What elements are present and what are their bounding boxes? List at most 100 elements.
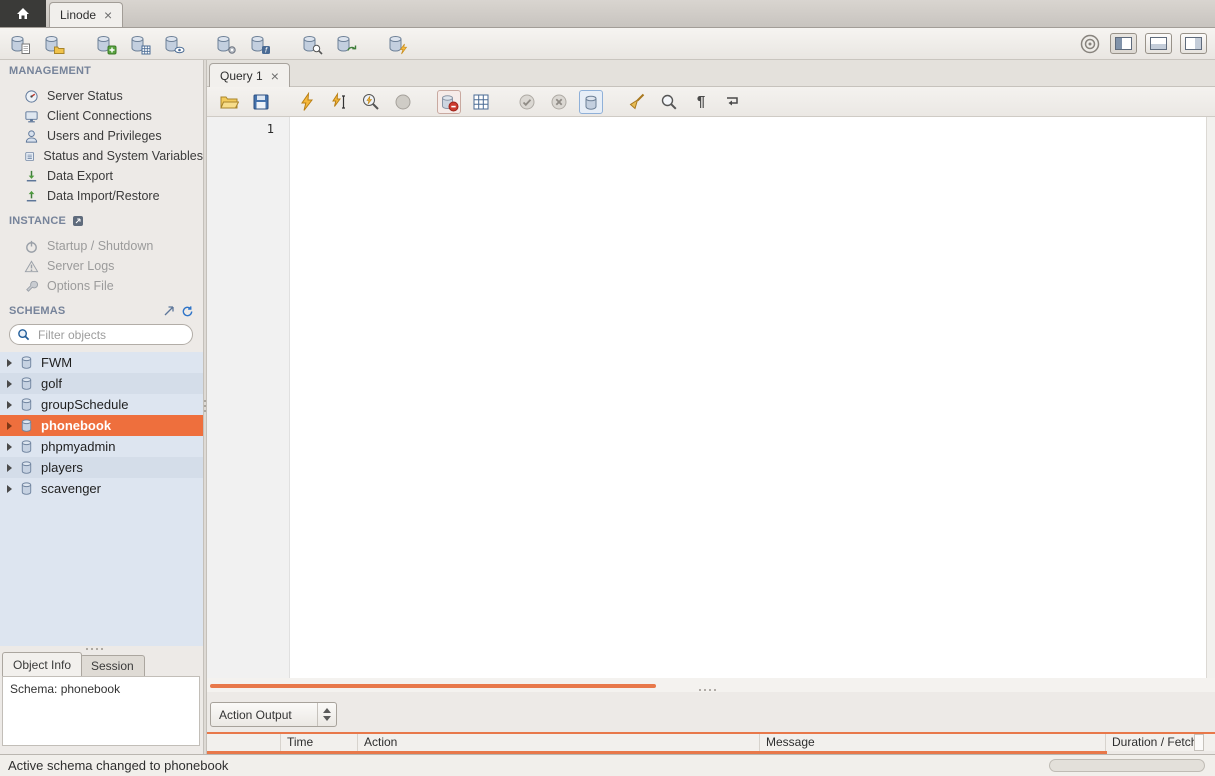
expand-schemas-icon[interactable] <box>163 305 175 317</box>
chevron-right-icon[interactable] <box>7 464 12 472</box>
sidebar-item-label: Data Export <box>47 169 113 183</box>
schema-icon <box>19 460 34 475</box>
output-columns-row: Time Action Message Duration / Fetch <box>207 734 1215 751</box>
schema-item-scavenger[interactable]: scavenger <box>0 478 203 499</box>
new-sql-tab-icon[interactable] <box>8 32 32 56</box>
chevron-right-icon[interactable] <box>7 485 12 493</box>
wrap-text-icon[interactable] <box>721 90 745 114</box>
schema-item-golf[interactable]: golf <box>0 373 203 394</box>
sql-editor-toolbar <box>207 87 1215 117</box>
sidebar-item-data-export[interactable]: Data Export <box>0 166 203 186</box>
schema-filter-input[interactable] <box>36 327 170 343</box>
info-tab-bar: Object Info Session <box>0 652 203 676</box>
tab-session[interactable]: Session <box>80 655 145 676</box>
beautify-icon[interactable] <box>625 90 649 114</box>
close-icon[interactable] <box>104 8 112 22</box>
open-script-icon[interactable] <box>217 90 241 114</box>
execute-current-statement-icon[interactable] <box>327 90 351 114</box>
status-scrollbar[interactable] <box>1049 759 1205 772</box>
chevron-right-icon[interactable] <box>7 380 12 388</box>
limit-rows-icon[interactable] <box>469 90 493 114</box>
tab-query-1[interactable]: Query 1 <box>209 63 290 87</box>
sql-editor-area[interactable] <box>291 117 1206 678</box>
sidebar-item-data-import[interactable]: Data Import/Restore <box>0 186 203 206</box>
schema-item-phpmyadmin[interactable]: phpmyadmin <box>0 436 203 457</box>
find-icon[interactable] <box>657 90 681 114</box>
create-table-icon[interactable] <box>128 32 152 56</box>
refresh-connection-icon[interactable] <box>334 32 358 56</box>
create-view-icon[interactable] <box>162 32 186 56</box>
sidebar-item-server-logs[interactable]: Server Logs <box>0 256 203 276</box>
grid-vertical-scrollbar[interactable] <box>1194 734 1204 751</box>
schema-name: players <box>41 460 83 475</box>
sidebar-item-users-privileges[interactable]: Users and Privileges <box>0 126 203 146</box>
show-invisibles-icon[interactable] <box>689 90 713 114</box>
schema-item-fwm[interactable]: FWM <box>0 352 203 373</box>
create-function-icon[interactable]: f <box>248 32 272 56</box>
line-number: 1 <box>207 117 289 136</box>
home-tab[interactable] <box>0 0 46 27</box>
toggle-stop-on-error-icon[interactable] <box>437 90 461 114</box>
management-items: Server Status Client Connections Users a… <box>0 86 203 206</box>
schema-name: FWM <box>41 355 72 370</box>
schema-list: FWM golf groupSchedule phonebook phpmyad <box>0 352 203 646</box>
commit-icon[interactable] <box>515 90 539 114</box>
toggle-autocommit-icon[interactable] <box>579 90 603 114</box>
schema-item-phonebook[interactable]: phonebook <box>0 415 203 436</box>
server-status-icon <box>24 89 39 104</box>
open-sql-script-icon[interactable] <box>42 32 66 56</box>
save-script-icon[interactable] <box>249 90 273 114</box>
chevron-right-icon[interactable] <box>7 401 12 409</box>
column-header-time: Time <box>281 734 358 751</box>
close-icon[interactable] <box>271 69 279 83</box>
sidebar-splitter-grip[interactable] <box>86 648 103 650</box>
execute-icon[interactable] <box>295 90 319 114</box>
reconnect-dbms-icon[interactable] <box>386 32 410 56</box>
schema-icon <box>19 397 34 412</box>
toggle-output-area-button[interactable] <box>1145 33 1172 54</box>
stop-icon[interactable] <box>391 90 415 114</box>
create-schema-icon[interactable] <box>94 32 118 56</box>
splitter-grip <box>204 400 206 412</box>
instance-items: Startup / Shutdown Server Logs Options F… <box>0 236 203 296</box>
chevron-right-icon[interactable] <box>7 359 12 367</box>
connection-tab[interactable]: Linode <box>49 2 123 27</box>
chevron-right-icon[interactable] <box>7 443 12 451</box>
schemas-section-title: SCHEMAS <box>0 302 203 320</box>
search-table-data-icon[interactable] <box>300 32 324 56</box>
management-section-title: MANAGEMENT <box>0 62 203 80</box>
explain-icon[interactable] <box>359 90 383 114</box>
toggle-secondary-sidebar-button[interactable] <box>1180 33 1207 54</box>
query-area: Query 1 1 <box>207 60 1215 754</box>
main-toolbar-left: f <box>8 32 410 56</box>
rollback-icon[interactable] <box>547 90 571 114</box>
toggle-sidebar-button[interactable] <box>1110 33 1137 54</box>
schema-icon <box>19 439 34 454</box>
instance-section-title: INSTANCE <box>0 212 203 230</box>
refresh-schemas-icon[interactable] <box>181 305 194 318</box>
line-number-gutter: 1 <box>207 117 290 678</box>
output-panel-icon <box>1150 37 1167 50</box>
sidebar-item-options-file[interactable]: Options File <box>0 276 203 296</box>
scrollbar-thumb[interactable] <box>210 684 656 688</box>
sidebar-item-server-status[interactable]: Server Status <box>0 86 203 106</box>
schema-item-groupschedule[interactable]: groupSchedule <box>0 394 203 415</box>
connection-safety-icon <box>1078 32 1102 56</box>
output-panel: Action Output Time Action Message Durati… <box>207 692 1215 754</box>
sidebar-item-system-variables[interactable]: Status and System Variables <box>0 146 203 166</box>
secondary-panel-icon <box>1185 37 1202 50</box>
output-splitter-grip[interactable] <box>699 689 716 691</box>
select-spinner-icon[interactable] <box>317 703 336 726</box>
sidebar-item-startup-shutdown[interactable]: Startup / Shutdown <box>0 236 203 256</box>
schema-icon <box>19 418 34 433</box>
warning-icon <box>24 259 39 274</box>
tab-object-info[interactable]: Object Info <box>2 652 82 676</box>
schema-item-players[interactable]: players <box>0 457 203 478</box>
sidebar-item-client-connections[interactable]: Client Connections <box>0 106 203 126</box>
query-tab-bar: Query 1 <box>207 60 1215 87</box>
create-procedure-icon[interactable] <box>214 32 238 56</box>
editor-vertical-scrollbar[interactable] <box>1206 117 1215 678</box>
home-icon <box>15 6 31 22</box>
output-type-select[interactable]: Action Output <box>210 702 337 727</box>
chevron-right-icon[interactable] <box>7 422 12 430</box>
